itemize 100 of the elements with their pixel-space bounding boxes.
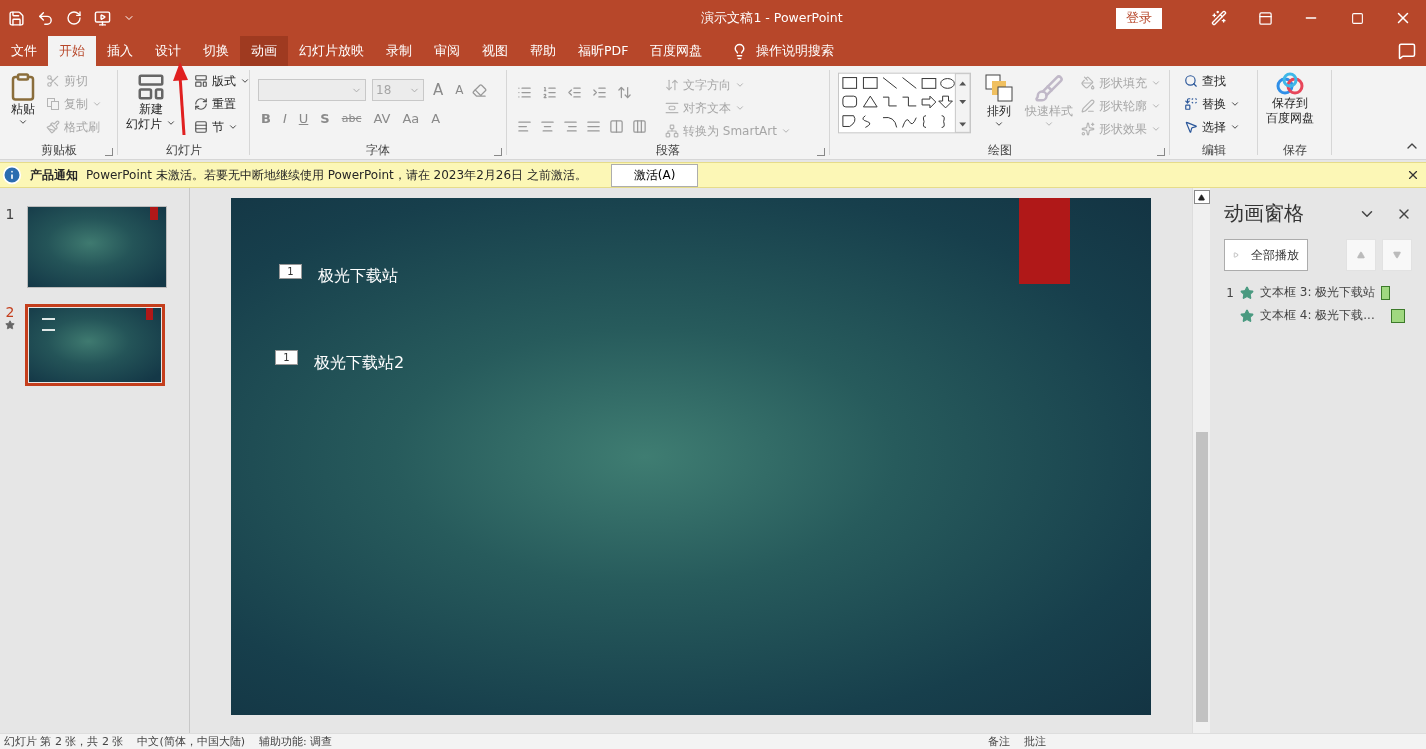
caret-icon [227,122,238,132]
launcher-icon[interactable] [105,148,113,156]
move-down-button[interactable] [1382,239,1412,271]
slide-number: 2 [5,304,15,320]
launcher-icon[interactable] [494,148,502,156]
language-status[interactable]: 中文(简体，中国大陆) [137,734,246,749]
format-button[interactable]: AV [370,110,394,126]
search-icon [1184,74,1198,88]
shrink-font-button[interactable]: A [452,83,467,97]
tell-me-search[interactable]: 操作说明搜索 [756,42,835,60]
font-name-field[interactable] [258,79,366,101]
slide-command[interactable]: 版式 [193,70,250,92]
animation-tag[interactable]: 1 [275,350,298,365]
increase-indent-icon[interactable] [592,84,607,100]
pane-title: 动画窗格 [1224,200,1305,227]
caret-icon [780,126,791,136]
save-to-cloud-button[interactable]: 保存到 百度网盘 [1262,70,1318,141]
shape-gallery-drawing[interactable] [838,72,971,134]
columns-icon[interactable] [632,118,647,134]
slide-thumbnail[interactable] [27,206,167,288]
close-icon[interactable] [1406,168,1420,182]
ribbon-tab[interactable]: 录制 [375,36,423,66]
align-left-icon[interactable] [517,118,532,134]
ribbon-tab[interactable]: 插入 [96,36,144,66]
new-slide-button[interactable]: 新建 幻灯片 [122,70,180,141]
ribbon-tab[interactable]: 审阅 [423,36,471,66]
ribbon-tab[interactable]: 视图 [471,36,519,66]
ribbon-display-icon[interactable] [1257,10,1273,26]
slide-text[interactable]: 极光下载站2 [314,353,405,374]
clear-format-icon[interactable] [472,82,488,98]
pen-icon [1081,99,1095,113]
animation-item[interactable]: 文本框 3: 极光下载站 [1260,284,1376,301]
maximize-icon[interactable] [1350,11,1364,25]
save-icon[interactable] [8,9,25,27]
format-button[interactable]: Aa [399,110,423,126]
launcher-icon[interactable] [1157,148,1165,156]
caret-icon [239,76,250,86]
group-label: 编辑 [1201,141,1226,159]
slide-command[interactable]: 节 [193,116,250,138]
grow-font-button[interactable]: A [430,81,447,99]
comment-icon[interactable] [1398,42,1416,60]
numbering-icon[interactable] [542,84,557,100]
play-icon [1233,249,1239,261]
ribbon-tab[interactable]: 幻灯片放映 [288,36,375,66]
group-label: 幻灯片 [165,141,202,159]
decrease-indent-icon[interactable] [567,84,582,100]
launcher-icon[interactable] [817,148,825,156]
bullets-icon[interactable] [517,84,532,100]
arrange-button[interactable]: 排列 [981,72,1017,141]
slide-thumbnail[interactable] [25,304,165,386]
pointer-icon [1184,120,1198,134]
scroll-bar[interactable] [1192,188,1210,733]
slide-command[interactable]: 重置 [193,93,250,115]
format-button[interactable]: U [295,110,312,126]
star-icon [1240,308,1254,323]
section-icon [193,120,208,134]
ribbon-tab[interactable]: 百度网盘 [639,36,714,66]
accessibility-status[interactable]: 辅助功能: 调查 [259,734,333,749]
paste-button[interactable]: 粘贴 [4,70,42,141]
comments-button[interactable]: 批注 [1024,734,1046,749]
scissors-icon [46,74,60,88]
wand-icon[interactable] [1211,10,1227,26]
editing-command[interactable]: 查找 [1184,70,1240,92]
replace-icon [1184,97,1198,111]
format-button[interactable]: S [317,110,333,126]
redo-icon[interactable] [66,10,82,26]
undo-icon[interactable] [37,9,54,27]
align-center-icon[interactable] [540,118,555,134]
ribbon-tab[interactable]: 设计 [144,36,192,66]
format-button[interactable]: I [279,110,290,126]
animation-item[interactable]: 文本框 4: 极光下载... [1260,307,1375,324]
format-button[interactable]: A [428,110,444,126]
ribbon-tab[interactable]: 开始 [48,36,96,66]
editing-command[interactable]: 替换 [1184,93,1240,115]
layout-icon [193,74,208,88]
ribbon-tab[interactable]: 文件 [0,36,48,66]
notes-button[interactable]: 备注 [988,734,1010,749]
ribbon-tab[interactable]: 切换 [192,36,240,66]
animation-tag[interactable]: 1 [279,264,302,279]
arrange-icon [985,74,1013,104]
ribbon-tab[interactable]: 福昕PDF [567,36,640,66]
line-spacing-icon[interactable] [617,84,632,100]
editing-command[interactable]: 选择 [1184,116,1240,138]
scroll-up-icon[interactable] [1198,193,1205,201]
distributed-icon[interactable] [609,118,624,134]
slideshow-icon[interactable] [94,9,111,27]
align-right-icon[interactable] [563,118,578,134]
caret-icon [1230,99,1240,109]
format-button[interactable]: B [258,110,274,126]
activate-button[interactable]: 激活(A) [610,163,699,187]
format-button[interactable]: abc [338,111,365,125]
ribbon-tab[interactable]: 动画 [240,36,288,66]
justify-icon[interactable] [586,118,601,134]
move-up-button[interactable] [1346,239,1376,271]
item-number: 1 [1225,285,1234,300]
ribbon-tab[interactable]: 帮助 [519,36,567,66]
slide-text[interactable]: 极光下载站 [318,266,398,287]
scroll-thumb[interactable] [1195,432,1208,722]
play-all-button[interactable]: 全部播放 [1224,239,1308,271]
sign-in-button[interactable]: 登录 [1116,7,1162,29]
